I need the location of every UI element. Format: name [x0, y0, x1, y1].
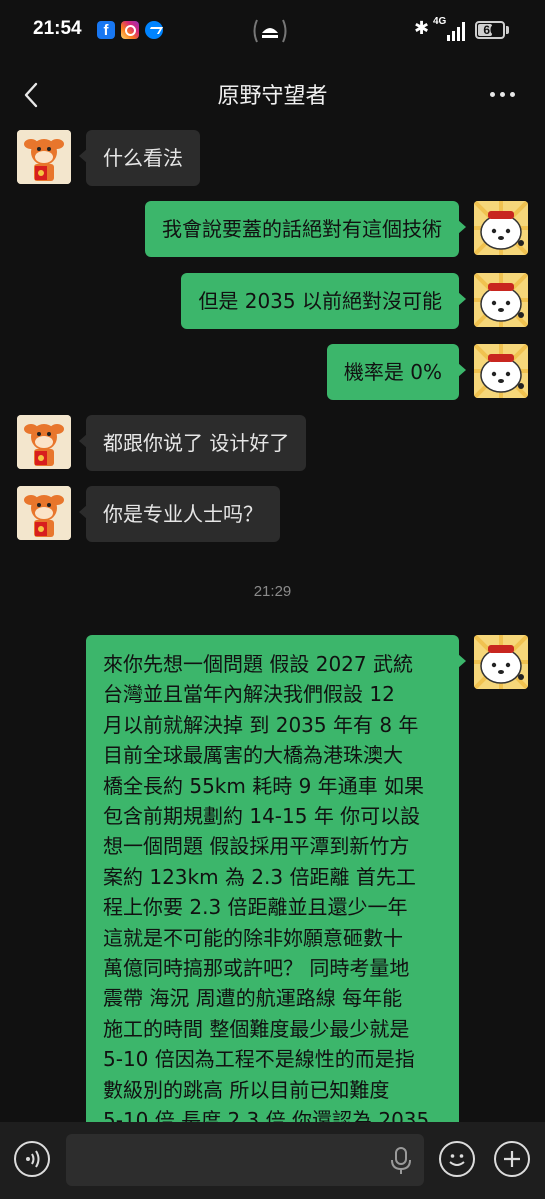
microphone-icon[interactable]: [388, 1146, 414, 1176]
message-line: 數級別的跳高 所以目前已知難度: [103, 1077, 390, 1102]
cat-avatar-icon: [474, 201, 528, 255]
message-line: 想一個問題 假設採用平潭到新竹方: [103, 834, 410, 859]
chat-area[interactable]: 什么看法 我會說要蓋的話絕對有這個技術 但是 2035 以前絕對沒可能 機率是 …: [0, 130, 545, 1122]
status-bar: 21:54 f ✱ 4G 60: [0, 0, 545, 60]
self-avatar[interactable]: [474, 635, 528, 689]
self-avatar[interactable]: [474, 273, 528, 327]
message-text: 什么看法: [103, 146, 183, 170]
cow-avatar-icon: [17, 415, 71, 469]
message-bubble-outgoing[interactable]: 但是 2035 以前絕對沒可能: [181, 273, 466, 329]
message-line: 包含前期規劃約 14-15 年 你可以設: [103, 804, 421, 829]
smiley-icon: [449, 1154, 465, 1166]
message-text: 機率是 0%: [343, 360, 442, 384]
battery-icon: 60: [475, 21, 505, 39]
message-bubble-outgoing[interactable]: 我會說要蓋的話絕對有這個技術: [145, 201, 466, 257]
message-line: 震帶 海況 周遭的航運路線 每年能: [103, 986, 403, 1011]
chat-title: 原野守望者: [217, 84, 328, 109]
voice-mode-button[interactable]: [14, 1141, 50, 1177]
message-line: 目前全球最厲害的大橋為港珠澳大: [103, 743, 403, 768]
message-bubble-outgoing[interactable]: 來你先想一個問題 假設 2027 武統 台灣並且當年內解決我們假設 12 月以前…: [86, 635, 466, 1122]
message-line: 施工的時間 整個難度最少最少就是: [103, 1016, 410, 1041]
message-line: 這就是不可能的除非妳願意砸數十: [103, 925, 403, 950]
add-attachment-button[interactable]: [494, 1141, 530, 1177]
self-avatar[interactable]: [474, 201, 528, 255]
network-label: 4G: [433, 16, 447, 27]
status-time: 21:54: [33, 18, 82, 39]
message-line: 萬億同時搞那或許吧？ 同時考量地: [103, 956, 410, 981]
bluetooth-icon: ✱: [414, 18, 430, 39]
more-options-icon[interactable]: [490, 92, 518, 100]
message-line: 5-10 倍因為工程不是線性的而是指: [103, 1047, 415, 1072]
battery-tip: [506, 26, 509, 34]
message-text: 都跟你说了 设计好了: [103, 431, 290, 455]
signal-icon: [447, 21, 469, 41]
message-line: 程上你要 2.3 倍距離並且還少一年: [103, 895, 408, 920]
message-line: 台灣並且當年內解決我們假設 12: [103, 682, 395, 707]
cat-avatar-icon: [474, 635, 528, 689]
message-bubble-incoming[interactable]: 什么看法: [79, 130, 200, 186]
message-line: 月以前就解決掉 到 2035 年有 8 年: [103, 712, 419, 737]
message-bubble-incoming[interactable]: 你是专业人士吗？: [79, 486, 280, 542]
message-text: 但是 2035 以前絕對沒可能: [198, 289, 442, 313]
cow-avatar-icon: [17, 486, 71, 540]
battery-level: 60: [483, 23, 497, 37]
message-text: 你是专业人士吗？: [103, 502, 263, 526]
message-bubble-incoming[interactable]: 都跟你说了 设计好了: [78, 415, 307, 471]
hotspot-icon: [253, 19, 287, 43]
plus-icon: [504, 1151, 520, 1167]
cow-avatar-icon: [17, 130, 71, 184]
cat-avatar-icon: [474, 344, 528, 398]
cat-avatar-icon: [474, 273, 528, 327]
messenger-icon: [145, 21, 163, 39]
nav-bar: 原野守望者: [0, 60, 545, 130]
message-line: 案約 123km 為 2.3 倍距離 首先工: [103, 864, 416, 889]
contact-avatar[interactable]: [17, 415, 71, 469]
message-line: 5-10 倍 長度 2.3 倍 你還認為 2035: [103, 1108, 430, 1122]
message-text: 我會說要蓋的話絕對有這個技術: [162, 217, 442, 241]
instagram-icon: [121, 21, 139, 39]
voice-wave-icon: [26, 1150, 40, 1168]
input-bar: [0, 1122, 545, 1199]
message-bubble-outgoing[interactable]: 機率是 0%: [326, 344, 467, 400]
emoji-button[interactable]: [439, 1141, 475, 1177]
contact-avatar[interactable]: [17, 486, 71, 540]
contact-avatar[interactable]: [17, 130, 71, 184]
facebook-icon: f: [97, 21, 115, 39]
message-line: 橋全長約 55km 耗時 9 年通車 如果: [103, 773, 425, 798]
message-timestamp: 21:29: [253, 583, 292, 600]
message-line: 來你先想一個問題 假設 2027 武統: [103, 652, 413, 676]
self-avatar[interactable]: [474, 344, 528, 398]
message-input[interactable]: [66, 1134, 424, 1186]
